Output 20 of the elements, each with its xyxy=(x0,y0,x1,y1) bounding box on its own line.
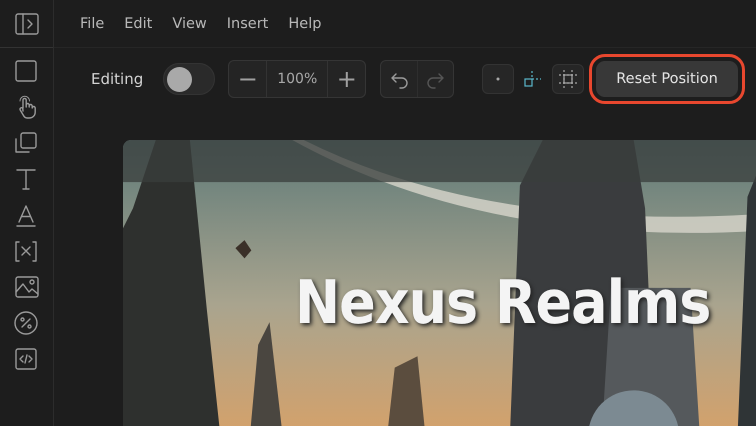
image-icon[interactable] xyxy=(14,275,40,299)
duplicate-shape-icon[interactable] xyxy=(14,131,40,155)
percent-icon[interactable] xyxy=(14,311,40,335)
menu-item[interactable]: File xyxy=(72,12,112,36)
code-icon[interactable] xyxy=(14,347,40,371)
editing-label: Editing xyxy=(91,70,144,88)
zoom-value: 100% xyxy=(266,61,328,97)
variable-icon[interactable] xyxy=(14,239,40,263)
editing-switch[interactable] xyxy=(163,63,216,95)
menu-item[interactable]: Help xyxy=(280,12,330,36)
sidebar-toggle-icon[interactable] xyxy=(14,12,40,36)
rectangle-icon[interactable] xyxy=(14,59,40,83)
reset-position-button[interactable]: Reset Position xyxy=(596,61,738,97)
menu-item[interactable]: Edit xyxy=(116,12,160,36)
menu-item[interactable]: Insert xyxy=(218,12,276,36)
zoom-in-button[interactable]: + xyxy=(328,61,366,97)
zoom-out-button[interactable]: − xyxy=(229,61,266,97)
snap-grid-icon[interactable] xyxy=(552,64,584,94)
canvas-title: Nexus Realms xyxy=(295,268,710,338)
menu-item[interactable]: View xyxy=(164,12,215,36)
